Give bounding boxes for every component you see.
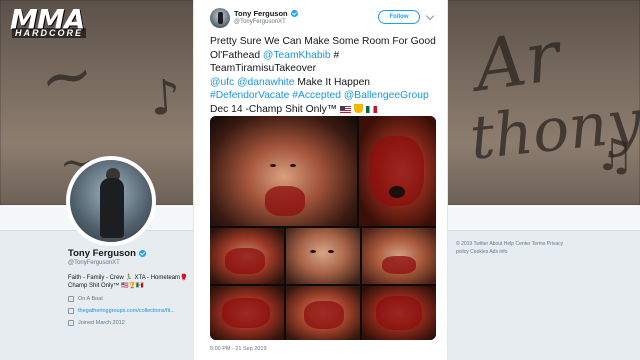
tattoo-music-note-icon: ♪: [148, 68, 183, 128]
tweet-author-handle[interactable]: @TonyFergusonXT: [234, 19, 286, 25]
profile-handle: @TonyFergusonXT: [68, 260, 120, 266]
tweet-timestamp[interactable]: 5:00 PM - 21 Sep 2019: [210, 346, 267, 352]
link-icon: [68, 308, 74, 314]
tweet-text-segment: TeamTiramisuTakeover: [210, 63, 317, 75]
mention-link[interactable]: @danawhite: [237, 77, 294, 88]
mention-link[interactable]: @TeamKhabib: [263, 50, 331, 61]
location-pin-icon: [68, 296, 74, 302]
fighter-photo[interactable]: [359, 116, 436, 226]
tweet-text-segment: Dec 14 -Champ Shit Only™: [210, 103, 340, 115]
trophy-icon: [353, 103, 363, 113]
verified-badge-icon: [290, 10, 298, 17]
mention-link[interactable]: @ufc: [210, 77, 234, 88]
profile-card: Tony Ferguson @TonyFergusonXT Faith - Fa…: [68, 248, 193, 326]
fighter-photo[interactable]: [362, 228, 436, 284]
photo-detail: [225, 248, 265, 274]
photo-detail: [265, 186, 305, 216]
photo-detail: [389, 186, 405, 198]
follow-button[interactable]: Follow: [378, 10, 420, 24]
profile-website-row: thegatheringgroups.com/collections/fit..…: [68, 308, 193, 314]
mexico-flag-icon: [365, 105, 377, 113]
photo-detail: [304, 301, 344, 329]
fighter-photo[interactable]: [286, 286, 360, 340]
profile-joined-date: Joined March 2012: [78, 320, 125, 326]
photo-detail: [328, 250, 334, 253]
fighter-photo[interactable]: [362, 286, 436, 340]
profile-bio: Faith - Family - Crew 🏃‍♂️ XTA - Hometea…: [68, 275, 188, 289]
fighter-photo[interactable]: [210, 116, 357, 226]
hashtag-link[interactable]: #DefendorVacate: [210, 90, 289, 101]
photo-collage[interactable]: [210, 116, 436, 340]
photo-detail: [310, 250, 316, 253]
profile-name-row: Tony Ferguson: [68, 248, 193, 259]
mention-link[interactable]: @BallengeeGroup: [344, 90, 429, 101]
photo-detail: [382, 256, 416, 274]
fighter-photo[interactable]: [210, 286, 284, 340]
tattoo-text: Ar: [469, 14, 565, 108]
profile-name[interactable]: Tony Ferguson: [68, 248, 136, 259]
tattoo-music-note-icon: ♫: [595, 130, 635, 181]
fighter-photo[interactable]: [286, 228, 360, 284]
tweet-author-name-row: Tony Ferguson: [234, 9, 298, 18]
photo-detail: [270, 164, 276, 167]
hashtag-link[interactable]: #Accepted: [292, 90, 341, 101]
profile-avatar[interactable]: [66, 156, 156, 246]
photo-detail: [290, 164, 296, 167]
chevron-down-icon[interactable]: [425, 11, 435, 21]
mma-hardcore-logo: MMA HARDCORE: [10, 6, 102, 42]
tweet-author-avatar[interactable]: [210, 8, 230, 28]
us-flag-icon: [339, 105, 351, 113]
profile-location-row: On A Boat: [68, 296, 193, 302]
fighter-photo[interactable]: [210, 228, 284, 284]
photo-detail: [222, 298, 270, 328]
profile-location: On A Boat: [78, 296, 103, 302]
avatar-figure-body: [100, 178, 124, 238]
tweet-card: Tony Ferguson @TonyFergusonXT Follow Pre…: [193, 0, 448, 360]
tweet-author-name[interactable]: Tony Ferguson: [234, 9, 288, 18]
tweet-text-segment: #: [330, 49, 340, 61]
verified-badge-icon: [138, 250, 146, 257]
tweet-text-segment: Make It Happen: [294, 76, 371, 88]
photo-detail: [376, 296, 422, 330]
logo-sub-text: HARDCORE: [12, 28, 87, 38]
footer-links[interactable]: © 2019 Twitter About Help Center Terms P…: [456, 240, 576, 256]
calendar-icon: [68, 320, 74, 326]
tweet-text: Pretty Sure We Can Make Some Room For Go…: [210, 35, 438, 117]
profile-joined-row: Joined March 2012: [68, 320, 193, 326]
profile-website-link[interactable]: thegatheringgroups.com/collections/fit..…: [78, 308, 175, 314]
